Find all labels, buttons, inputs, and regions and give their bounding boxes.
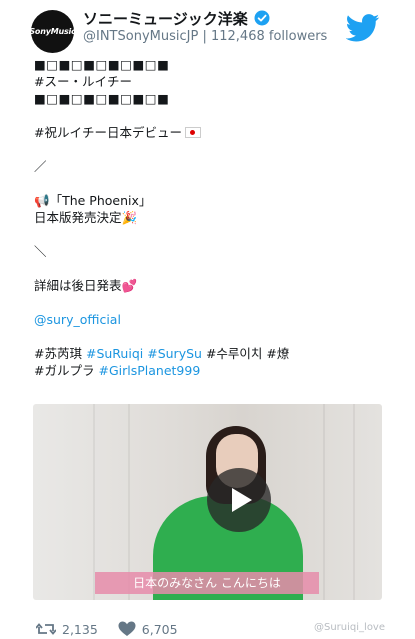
heart-icon xyxy=(118,621,136,636)
release-line: 日本版発売決定🎉 xyxy=(34,210,138,225)
decor-bar-top: ■□■□■□■□■□■ xyxy=(34,57,170,72)
tweet-header: SonyMusic ソニーミュージック洋楽 @INTSonyMusicJP | … xyxy=(0,0,415,53)
video-subtitle: 日本のみなさん こんにちは xyxy=(95,572,319,594)
avatar-text: SonyMusic xyxy=(29,27,76,36)
hashtag-suruiqi-kr[interactable]: #수루이치 xyxy=(206,346,262,361)
follower-count: 112,468 followers xyxy=(210,29,328,44)
hashtag-liao[interactable]: #燎 xyxy=(266,346,289,361)
decor-bar-bottom: ■□■□■□■□■□■ xyxy=(34,91,170,106)
display-name[interactable]: ソニーミュージック洋楽 xyxy=(83,8,248,29)
verified-badge-icon xyxy=(254,10,270,26)
tweet-text: ■□■□■□■□■□■ #スー・ルイチー ■□■□■□■□■□■ #祝ルイチー日… xyxy=(34,56,384,379)
retweet-count: 2,135 xyxy=(62,621,98,637)
title-line: 📢「The Phoenix」 xyxy=(34,193,152,208)
hashtag-suruiqi-cn[interactable]: #苏芮琪 xyxy=(34,346,82,361)
hashtag-girlsplanet999[interactable]: #GirlsPlanet999 xyxy=(98,363,200,378)
play-button[interactable] xyxy=(207,468,271,532)
name-row: ソニーミュージック洋楽 xyxy=(83,8,270,28)
slash-close: ＼ xyxy=(34,244,47,259)
hashtag-name[interactable]: #スー・ルイチー xyxy=(34,73,384,90)
handle-row: @INTSonyMusicJP | 112,468 followers xyxy=(83,29,327,44)
mention-link[interactable]: @sury_official xyxy=(34,311,384,328)
hashtag-suruiqi[interactable]: #SuRuiqi xyxy=(86,346,143,361)
twitter-bird-icon[interactable] xyxy=(346,14,380,42)
retweet-icon xyxy=(36,623,56,635)
details-line: 詳細は後日発表💕 xyxy=(34,278,138,293)
hashtag-row-1: #苏芮琪 #SuRuiqi #SurySu #수루이치 #燎 xyxy=(34,345,384,362)
video-player[interactable]: 日本のみなさん こんにちは xyxy=(33,404,382,600)
debut-hashtag[interactable]: #祝ルイチー日本デビュー xyxy=(34,125,182,140)
watermark: @Suruiqi_love xyxy=(314,622,386,633)
hashtag-garupura[interactable]: #ガルプラ xyxy=(34,363,94,378)
debut-line: #祝ルイチー日本デビュー xyxy=(34,124,384,141)
tweet-actions: 2,135 6,705 xyxy=(36,620,198,638)
like-count: 6,705 xyxy=(141,621,178,637)
japan-flag-icon xyxy=(184,127,201,138)
hashtag-surysu[interactable]: #SurySu xyxy=(147,346,202,361)
avatar[interactable]: SonyMusic xyxy=(29,10,76,53)
play-icon xyxy=(232,488,252,512)
separator: | xyxy=(202,29,207,44)
hashtag-row-2: #ガルプラ #GirlsPlanet999 xyxy=(34,362,384,379)
slash-open: ／ xyxy=(34,159,47,174)
retweet-button[interactable]: 2,135 xyxy=(36,622,98,637)
account-handle[interactable]: @INTSonyMusicJP xyxy=(83,29,198,44)
like-button[interactable]: 6,705 xyxy=(118,621,178,637)
